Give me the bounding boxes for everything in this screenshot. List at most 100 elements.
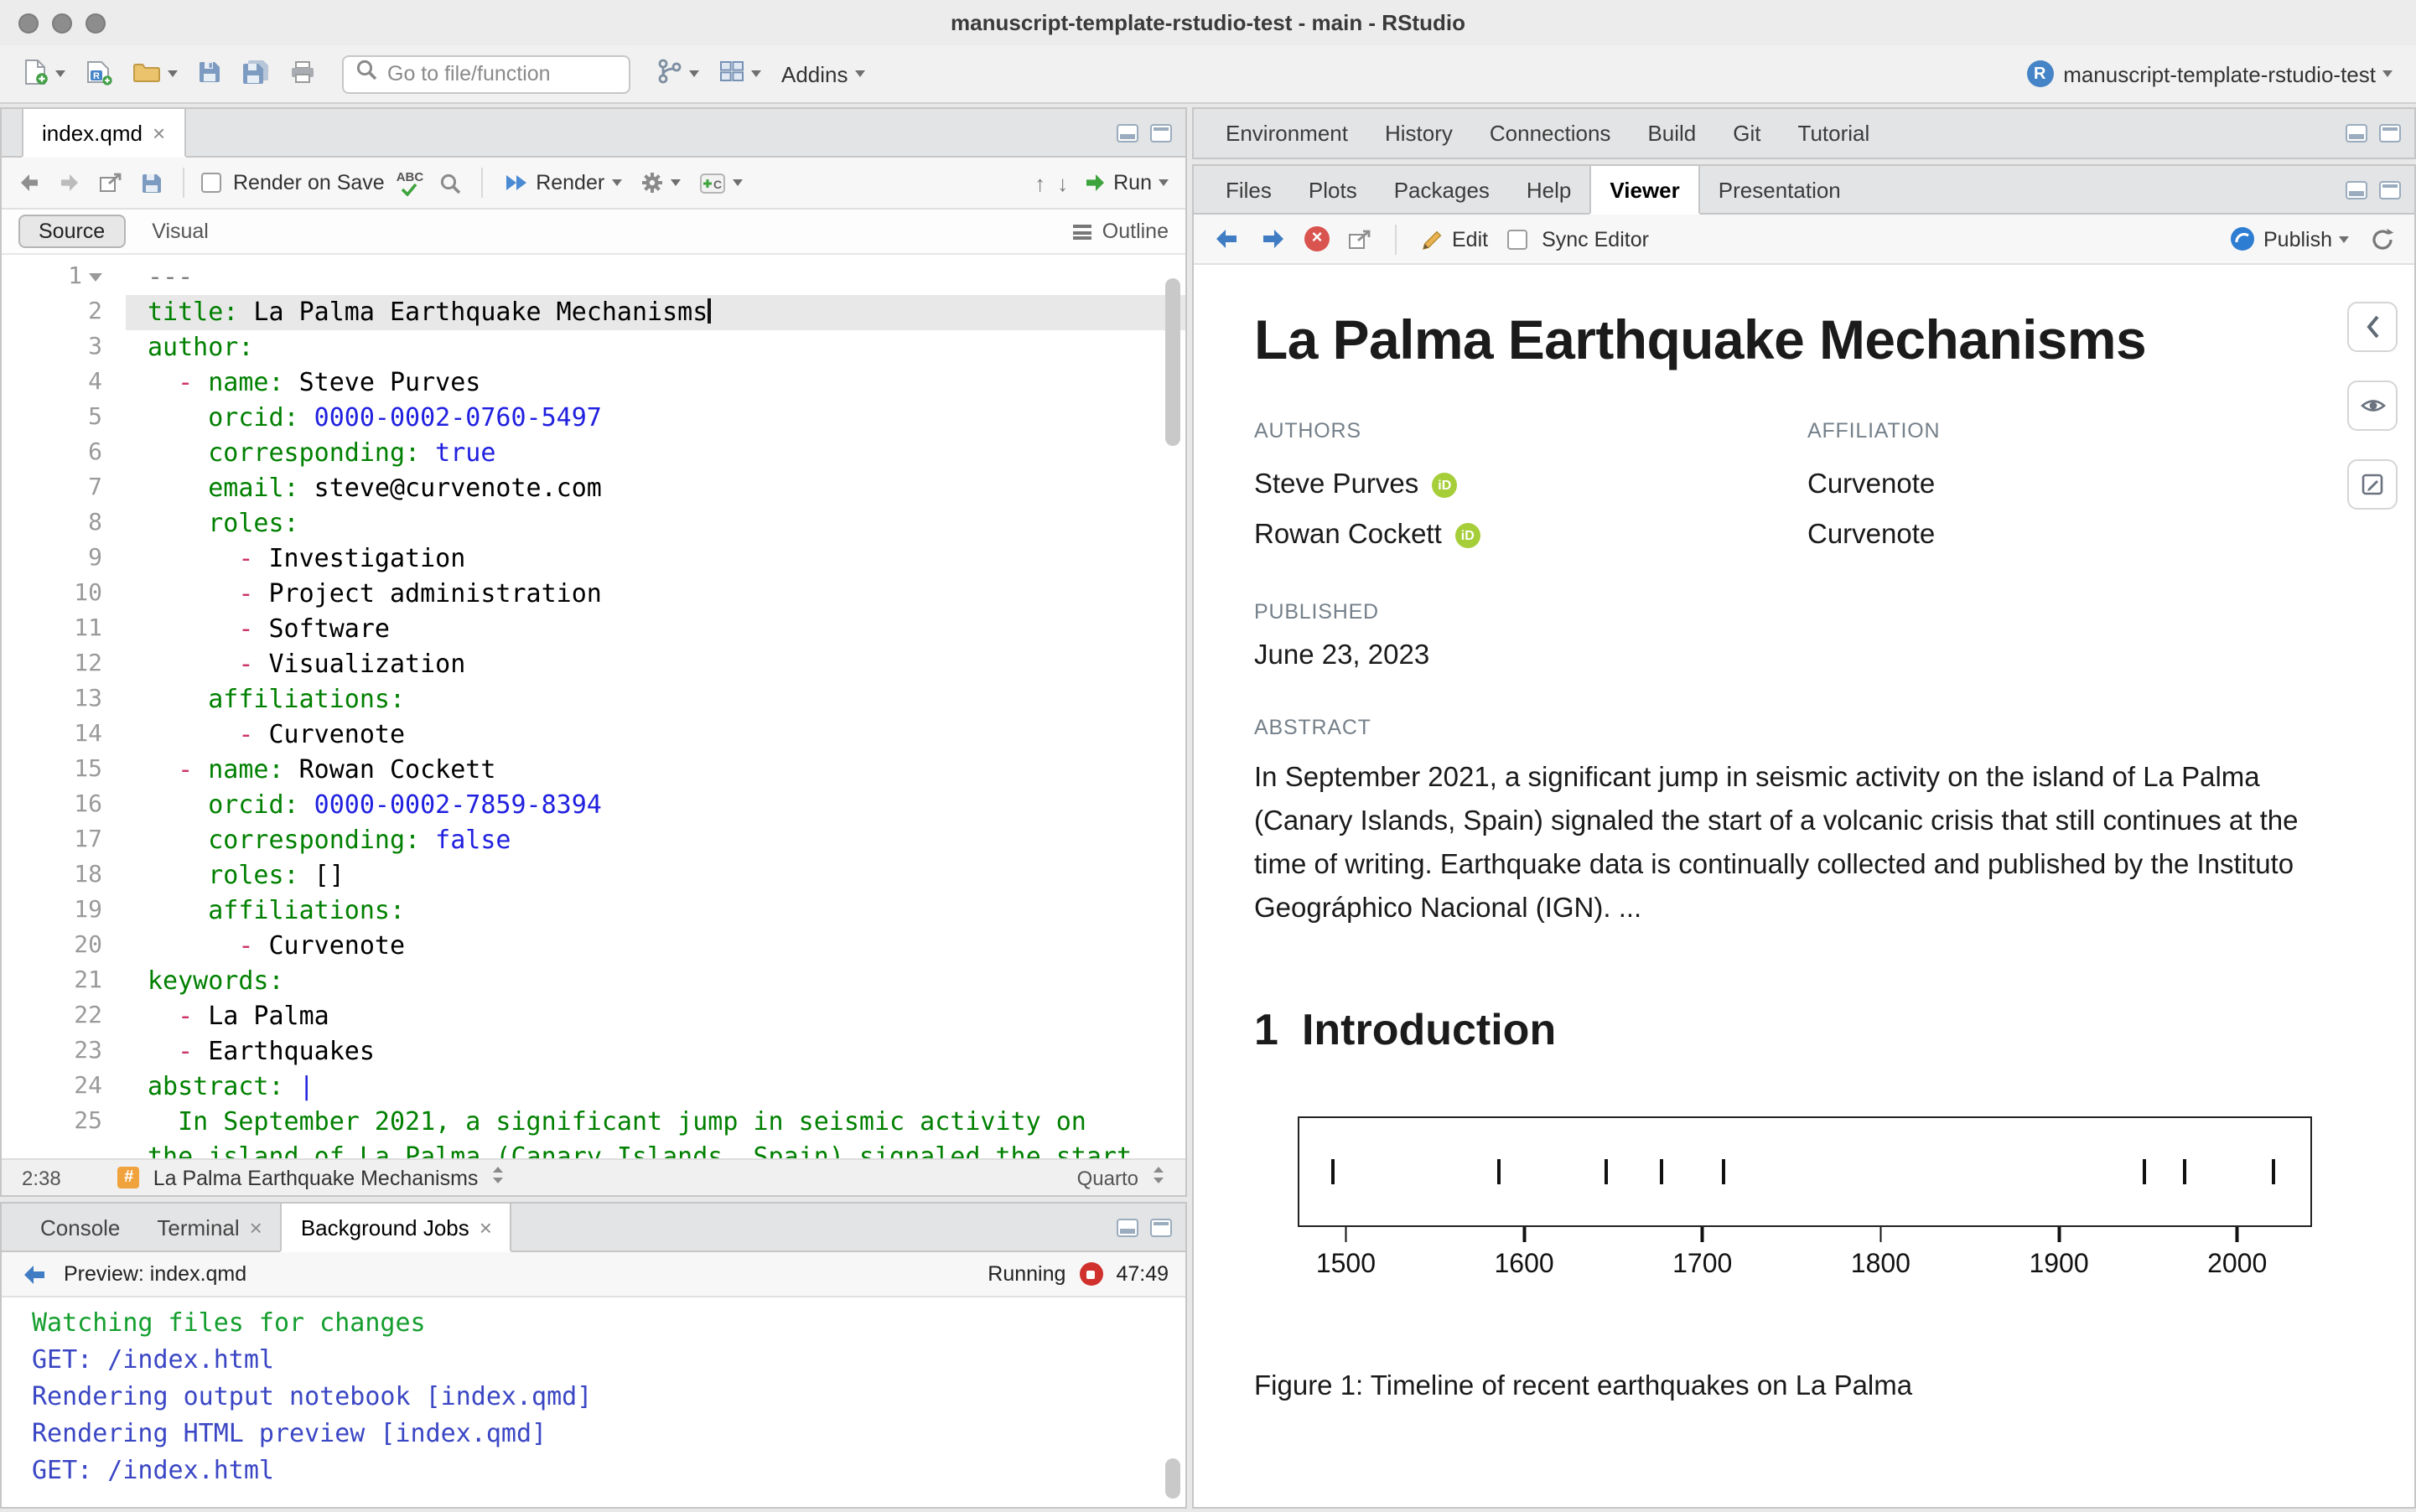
code-line[interactable]: 7 email: steve@curvenote.com (2, 471, 1185, 506)
maximize-pane-icon[interactable] (1150, 1218, 1172, 1236)
back-button[interactable] (15, 173, 44, 193)
code-line[interactable]: 10 - Project administration (2, 577, 1185, 612)
maximize-pane-icon[interactable] (2379, 124, 2401, 142)
close-tab-icon[interactable]: × (153, 122, 165, 143)
close-tab-icon[interactable]: × (480, 1216, 492, 1238)
tab-git[interactable]: Git (1714, 109, 1779, 158)
render-button[interactable]: Render (499, 171, 625, 194)
code-line[interactable]: 8 roles: (2, 506, 1185, 541)
code-line[interactable]: 13 affiliations: (2, 682, 1185, 717)
save-all-button[interactable] (235, 52, 277, 96)
tab-tutorial[interactable]: Tutorial (1780, 109, 1889, 158)
tab-presentation[interactable]: Presentation (1700, 166, 1859, 213)
editor-scrollbar[interactable] (1165, 278, 1180, 446)
maximize-pane-icon[interactable] (1150, 123, 1172, 142)
zoom-window-button[interactable] (86, 13, 106, 33)
open-in-new-window-button[interactable] (96, 173, 126, 193)
print-button[interactable] (283, 52, 322, 96)
insert-chunk-button[interactable]: C (695, 172, 745, 194)
language-mode-selector[interactable]: Quarto (1077, 1166, 1138, 1189)
code-line[interactable]: 24abstract: | (2, 1069, 1185, 1105)
settings-button[interactable] (636, 171, 683, 194)
edit-button[interactable]: Edit (1417, 227, 1491, 251)
go-to-file-input[interactable]: Go to file/function (342, 54, 630, 93)
forward-button[interactable] (55, 173, 84, 193)
new-project-button[interactable]: R (79, 52, 119, 96)
fold-icon[interactable] (89, 273, 102, 282)
code-line[interactable]: the island of La Palma (Canary Islands, … (2, 1140, 1185, 1158)
version-control-button[interactable] (651, 52, 706, 96)
tab-packages[interactable]: Packages (1376, 166, 1508, 213)
code-line[interactable]: 20 - Curvenote (2, 929, 1185, 964)
project-menu-button[interactable]: R manuscript-template-rstudio-test (2019, 52, 2399, 96)
code-line[interactable]: 18 roles: [] (2, 858, 1185, 893)
render-on-save-checkbox[interactable] (201, 173, 221, 193)
updown-icon[interactable] (1152, 1165, 1165, 1190)
visual-mode-button[interactable]: Visual (138, 216, 222, 246)
tab-console[interactable]: Console (22, 1204, 138, 1251)
orcid-icon[interactable]: iD (1455, 522, 1480, 547)
workspace-panes-button[interactable] (713, 52, 768, 96)
code-line[interactable]: 14 - Curvenote (2, 717, 1185, 753)
code-line[interactable]: 11 - Software (2, 612, 1185, 647)
viewer-popout-button[interactable] (1345, 229, 1375, 249)
code-line[interactable]: 4 - name: Steve Purves (2, 365, 1185, 401)
save-button[interactable] (191, 52, 228, 96)
collapse-sidebar-button[interactable] (2347, 302, 2398, 352)
sync-editor-checkbox[interactable] (1506, 229, 1527, 249)
code-line[interactable]: 1--- (2, 260, 1185, 295)
tab-history[interactable]: History (1366, 109, 1471, 158)
code-line[interactable]: 5 orcid: 0000-0002-0760-5497 (2, 401, 1185, 436)
outline-toggle[interactable]: Outline (1074, 220, 1169, 243)
close-tab-icon[interactable]: × (250, 1216, 262, 1238)
minimize-window-button[interactable] (52, 13, 72, 33)
symbol-selector[interactable]: La Palma Earthquake Mechanisms (153, 1166, 479, 1189)
code-line[interactable]: 12 - Visualization (2, 647, 1185, 682)
code-line[interactable]: 23 - Earthquakes (2, 1034, 1185, 1069)
code-line[interactable]: 16 orcid: 0000-0002-7859-8394 (2, 788, 1185, 823)
code-line[interactable]: 9 - Investigation (2, 541, 1185, 577)
console-scrollbar[interactable] (1165, 1458, 1180, 1499)
minimize-pane-icon[interactable] (2346, 124, 2367, 142)
refresh-icon[interactable] (2367, 227, 2398, 251)
find-replace-icon[interactable] (435, 172, 464, 194)
code-editor[interactable]: 1---2title: La Palma Earthquake Mechanis… (2, 255, 1185, 1158)
viewer-back-button[interactable] (1211, 228, 1242, 250)
tab-plots[interactable]: Plots (1290, 166, 1376, 213)
publish-button[interactable]: Publish (2227, 226, 2352, 251)
viewer-forward-button[interactable] (1257, 228, 1289, 250)
reader-view-icon[interactable] (2347, 381, 2398, 431)
save-document-button[interactable] (137, 172, 166, 194)
code-line[interactable]: 15 - name: Rowan Cockett (2, 753, 1185, 788)
addins-button[interactable]: Addins (775, 52, 872, 96)
code-line[interactable]: 21keywords: (2, 964, 1185, 999)
source-mode-button[interactable]: Source (18, 215, 125, 248)
clear-viewer-button[interactable]: × (1304, 226, 1330, 251)
tab-files[interactable]: Files (1207, 166, 1290, 213)
notes-icon[interactable] (2347, 459, 2398, 510)
next-section-icon[interactable]: ↓ (1057, 170, 1068, 195)
spellcheck-icon[interactable]: ABC (397, 170, 424, 195)
editor-tab-index-qmd[interactable]: index.qmd × (22, 109, 185, 158)
minimize-pane-icon[interactable] (2346, 180, 2367, 199)
minimize-pane-icon[interactable] (1117, 1218, 1138, 1236)
tab-terminal[interactable]: Terminal× (138, 1204, 280, 1251)
console-output[interactable]: Watching files for changesGET: /index.ht… (2, 1297, 1185, 1507)
maximize-pane-icon[interactable] (2379, 180, 2401, 199)
tab-environment[interactable]: Environment (1207, 109, 1366, 158)
new-file-button[interactable] (17, 52, 72, 96)
code-line[interactable]: 25 In September 2021, a significant jump… (2, 1105, 1185, 1140)
minimize-pane-icon[interactable] (1117, 123, 1138, 142)
tab-connections[interactable]: Connections (1471, 109, 1630, 158)
tab-build[interactable]: Build (1629, 109, 1714, 158)
close-window-button[interactable] (18, 13, 39, 33)
code-line[interactable]: 17 corresponding: false (2, 823, 1185, 858)
stop-job-button[interactable] (1079, 1262, 1102, 1286)
jobs-back-button[interactable] (18, 1263, 50, 1285)
previous-section-icon[interactable]: ↑ (1034, 170, 1045, 195)
code-line[interactable]: 2title: La Palma Earthquake Mechanisms (2, 295, 1185, 330)
code-line[interactable]: 6 corresponding: true (2, 436, 1185, 471)
code-line[interactable]: 3author: (2, 330, 1185, 365)
code-line[interactable]: 22 - La Palma (2, 999, 1185, 1034)
code-line[interactable]: 19 affiliations: (2, 893, 1185, 929)
